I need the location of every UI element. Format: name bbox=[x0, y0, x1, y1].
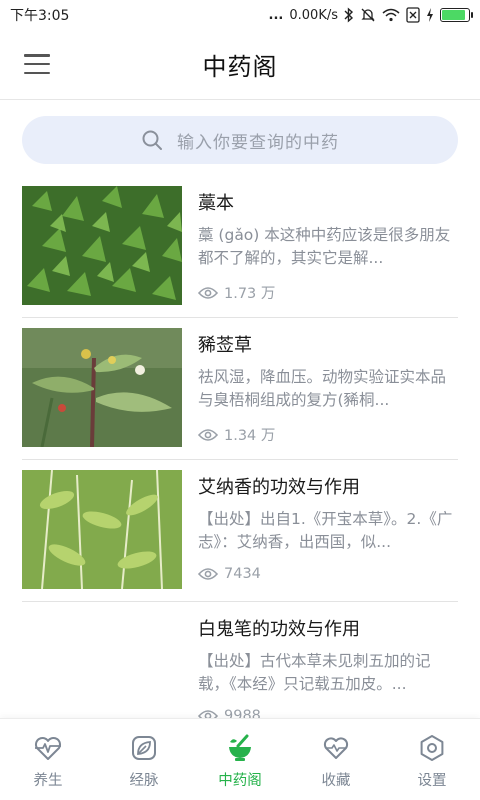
search-input[interactable]: 输入你要查询的中药 bbox=[22, 116, 458, 164]
nav-label: 中药阁 bbox=[218, 773, 262, 789]
list-item[interactable]: 豨莶草 祛风湿，降血压。动物实验证实本品与臭梧桐组成的复方(豨桐... 1.34… bbox=[22, 318, 458, 460]
view-count-text: 9988 bbox=[224, 708, 261, 718]
item-description: 【出处】古代本草未见刺五加的记载，《本经》只记载五加皮。... bbox=[198, 652, 431, 693]
battery-fill bbox=[442, 10, 466, 20]
status-icons: ... 0.00K/s bbox=[268, 7, 473, 23]
eye-icon bbox=[198, 286, 218, 299]
herb-thumbnail bbox=[22, 186, 182, 305]
list-item[interactable]: 白鬼笔的功效与作用 【出处】古代本草未见刺五加的记载，《本经》只记载五加皮。..… bbox=[22, 602, 458, 718]
nav-item-zhongyaoge[interactable]: 中药阁 bbox=[192, 719, 288, 800]
heart-icon bbox=[323, 737, 349, 759]
eye-icon bbox=[198, 710, 218, 718]
nav-item-shoucang[interactable]: 收藏 bbox=[288, 719, 384, 800]
hexagon-settings-icon bbox=[420, 735, 444, 761]
view-count: 9988 bbox=[198, 708, 261, 718]
eye-icon bbox=[198, 568, 218, 580]
item-description: 藁 (gǎo) 本这种中药应该是很多朋友都不了解的，其实它是解... bbox=[198, 226, 451, 267]
herb-thumbnail bbox=[22, 612, 182, 718]
list-item[interactable]: 艾纳香的功效与作用 【出处】出自1.《开宝本草》。2.《广志》：艾纳香，出西国，… bbox=[22, 460, 458, 602]
search-placeholder: 输入你要查询的中药 bbox=[177, 132, 339, 153]
mute-icon bbox=[360, 7, 376, 23]
nav-label: 收藏 bbox=[321, 773, 351, 789]
wifi-icon bbox=[382, 7, 400, 23]
nav-label: 经脉 bbox=[129, 773, 159, 789]
herb-list: 藁本 藁 (gǎo) 本这种中药应该是很多朋友都不了解的，其实它是解... 1.… bbox=[0, 176, 480, 718]
item-title: 白鬼笔的功效与作用 bbox=[198, 619, 360, 640]
app-header: 中药阁 bbox=[0, 30, 480, 100]
nav-label: 设置 bbox=[417, 773, 447, 789]
herb-thumbnail bbox=[22, 470, 182, 589]
bluetooth-icon bbox=[344, 7, 354, 23]
network-speed: 0.00K/s bbox=[289, 7, 338, 23]
status-bar: 下午3:05 ... 0.00K/s bbox=[0, 0, 480, 30]
battery-icon bbox=[440, 8, 473, 22]
leaf-icon bbox=[132, 736, 156, 760]
page-title: 中药阁 bbox=[202, 53, 278, 81]
view-count: 1.73 万 bbox=[198, 282, 275, 303]
item-title: 藁本 bbox=[198, 193, 234, 214]
more-dots: ... bbox=[268, 7, 284, 23]
view-count-text: 1.73 万 bbox=[224, 286, 276, 302]
charging-icon bbox=[426, 7, 434, 23]
heart-pulse-icon bbox=[34, 736, 62, 760]
item-title: 艾纳香的功效与作用 bbox=[198, 477, 360, 498]
mortar-pestle-icon bbox=[229, 734, 251, 761]
item-description: 祛风湿，降血压。动物实验证实本品与臭梧桐组成的复方(豨桐... bbox=[198, 368, 447, 409]
item-title: 豨莶草 bbox=[198, 335, 252, 356]
herb-thumbnail bbox=[22, 328, 182, 447]
nav-item-jingmai[interactable]: 经脉 bbox=[96, 719, 192, 800]
nav-label: 养生 bbox=[33, 773, 63, 789]
bottom-nav: 养生 经脉 中药阁 收藏 设置 bbox=[0, 718, 480, 800]
status-time: 下午3:05 bbox=[10, 8, 70, 24]
nav-item-shezhi[interactable]: 设置 bbox=[384, 719, 480, 800]
nav-item-yangsheng[interactable]: 养生 bbox=[0, 719, 96, 800]
hamburger-menu-icon[interactable] bbox=[24, 52, 50, 76]
view-count: 7434 bbox=[198, 566, 261, 582]
item-description: 【出处】出自1.《开宝本草》。2.《广志》：艾纳香，出西国，似... bbox=[198, 510, 453, 551]
view-count-text: 7434 bbox=[224, 566, 261, 582]
no-sim-icon bbox=[406, 7, 420, 23]
view-count-text: 1.34 万 bbox=[224, 428, 276, 444]
view-count: 1.34 万 bbox=[198, 424, 275, 445]
list-item[interactable]: 藁本 藁 (gǎo) 本这种中药应该是很多朋友都不了解的，其实它是解... 1.… bbox=[22, 176, 458, 318]
search-icon bbox=[142, 130, 162, 150]
eye-icon bbox=[198, 428, 218, 441]
